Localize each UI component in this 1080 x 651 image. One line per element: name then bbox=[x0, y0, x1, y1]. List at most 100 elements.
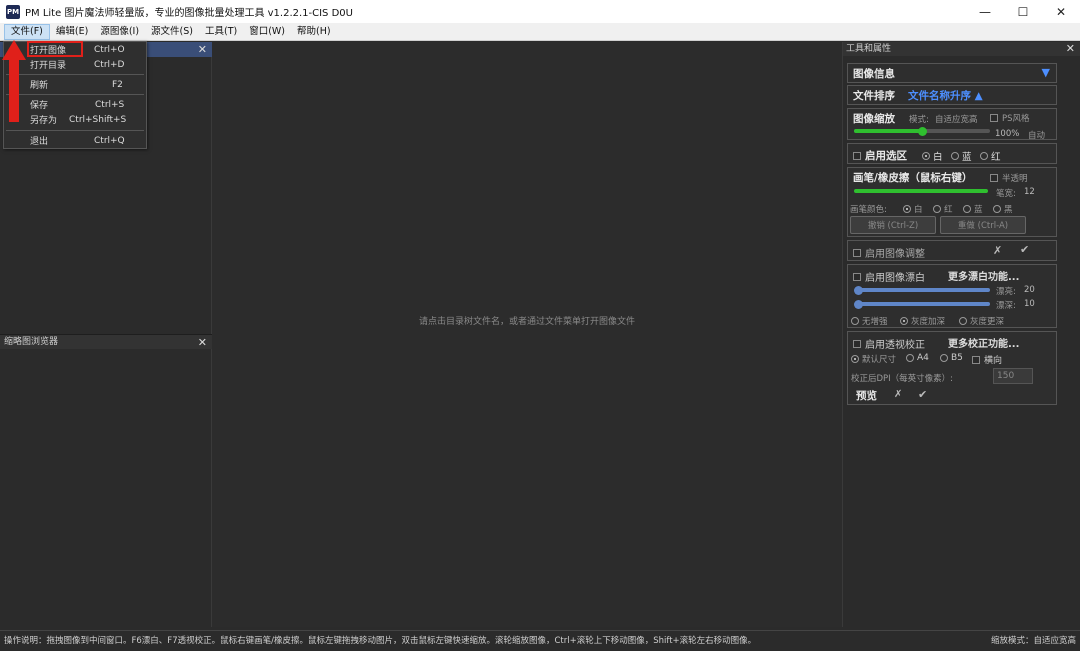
size-a4-label: A4 bbox=[917, 353, 929, 363]
brush-color-red[interactable]: 红 bbox=[933, 203, 953, 215]
close-icon[interactable]: ✕ bbox=[1066, 42, 1075, 56]
menu-help[interactable]: 帮助(H) bbox=[291, 24, 337, 40]
window-controls: — ☐ ✕ bbox=[966, 0, 1080, 23]
radio-dot bbox=[980, 152, 988, 160]
radio-dot bbox=[906, 354, 914, 362]
zoom-slider[interactable] bbox=[854, 126, 990, 136]
bleach-option-gray-deeper[interactable]: 灰度更深 bbox=[959, 315, 1004, 327]
selection-blue-label: 蓝 bbox=[962, 152, 972, 163]
bleach-option-gray-deepen[interactable]: 灰度加深 bbox=[900, 315, 945, 327]
checkbox-box bbox=[853, 272, 861, 281]
brush-blue-label: 蓝 bbox=[974, 205, 983, 215]
bleach-light-knob[interactable] bbox=[854, 285, 863, 295]
highlight-box bbox=[27, 41, 83, 57]
close-button[interactable]: ✕ bbox=[1042, 0, 1080, 23]
size-b5[interactable]: B5 bbox=[940, 353, 963, 363]
thumbnail-panel-title: 缩略图浏览器 bbox=[4, 337, 59, 347]
confirm-icon[interactable]: ✔ bbox=[918, 388, 927, 401]
image-info-section[interactable]: 图像信息 ▼ bbox=[847, 63, 1057, 83]
zoom-slider-knob[interactable] bbox=[918, 126, 927, 136]
menu-tools[interactable]: 工具(T) bbox=[199, 24, 243, 40]
redo-button[interactable]: 重做 (Ctrl-A) bbox=[940, 216, 1026, 234]
menu-separator bbox=[6, 130, 144, 131]
checkbox-box bbox=[853, 248, 861, 257]
landscape-checkbox[interactable]: 横向 bbox=[972, 353, 1002, 366]
perspective-section: 启用透视校正 更多校正功能... 默认尺寸 A4 B5 横向 校正后DPI（每英… bbox=[847, 331, 1057, 405]
brush-black-label: 黑 bbox=[1004, 205, 1013, 215]
red-arrow-icon bbox=[2, 40, 26, 122]
bleach-deep-knob[interactable] bbox=[854, 299, 863, 309]
close-icon[interactable]: ✕ bbox=[198, 42, 207, 57]
size-a4[interactable]: A4 bbox=[906, 353, 929, 363]
open-image-shortcut: Ctrl+O bbox=[94, 44, 125, 55]
selection-color-blue[interactable]: 蓝 bbox=[951, 149, 972, 163]
ps-style-checkbox[interactable]: PS风格 bbox=[990, 112, 1030, 124]
menu-source-image[interactable]: 源图像(I) bbox=[94, 24, 145, 40]
zoom-mode-label: 模式: bbox=[909, 115, 929, 125]
radio-dot bbox=[951, 152, 959, 160]
bleach-gray-deepen-label: 灰度加深 bbox=[911, 317, 946, 327]
brush-section: 画笔/橡皮擦（鼠标右键） 半透明 笔宽: 12 画笔颜色: 白 红 蓝 黑 撤销… bbox=[847, 167, 1057, 237]
enable-selection-label: 启用选区 bbox=[865, 150, 907, 162]
cancel-icon[interactable]: ✗ bbox=[993, 244, 1002, 257]
selection-color-red[interactable]: 红 bbox=[980, 149, 1001, 163]
selection-color-white[interactable]: 白 bbox=[922, 149, 943, 163]
menu-window[interactable]: 窗口(W) bbox=[243, 24, 291, 40]
bleach-light-slider[interactable] bbox=[854, 285, 990, 295]
more-perspective-link[interactable]: 更多校正功能... bbox=[948, 335, 1019, 350]
bleach-light-label: 漂亮: bbox=[996, 287, 1016, 297]
enable-bleach-checkbox[interactable]: 启用图像漂白 bbox=[853, 269, 925, 284]
brush-color-black[interactable]: 黑 bbox=[993, 203, 1013, 215]
brush-width-slider[interactable] bbox=[854, 189, 988, 193]
close-icon[interactable]: ✕ bbox=[198, 335, 207, 350]
image-canvas[interactable]: 请点击目录树文件名，或者通过文件菜单打开图像文件 bbox=[212, 42, 842, 627]
checkbox-box bbox=[972, 355, 980, 364]
enable-adjust-label: 启用图像调整 bbox=[865, 249, 925, 260]
sort-value[interactable]: 文件名称升序 ▲ bbox=[908, 88, 983, 103]
refresh-shortcut: F2 bbox=[112, 79, 123, 90]
semi-transparent-checkbox[interactable]: 半透明 bbox=[990, 172, 1028, 184]
radio-dot bbox=[959, 317, 967, 325]
enable-perspective-checkbox[interactable]: 启用透视校正 bbox=[853, 336, 925, 351]
sort-section: 文件排序 文件名称升序 ▲ bbox=[847, 85, 1057, 105]
enable-adjust-checkbox[interactable]: 启用图像调整 bbox=[853, 245, 925, 260]
menu-edit[interactable]: 编辑(E) bbox=[50, 24, 94, 40]
image-info-label: 图像信息 bbox=[853, 68, 895, 80]
more-bleach-link[interactable]: 更多漂白功能... bbox=[948, 268, 1019, 283]
brush-width-value: 12 bbox=[1024, 187, 1035, 197]
bleach-deep-label: 漂深: bbox=[996, 301, 1016, 311]
zoom-label: 图像缩放 bbox=[853, 113, 895, 125]
menu-source-file[interactable]: 源文件(S) bbox=[145, 24, 199, 40]
ps-style-label: PS风格 bbox=[1002, 114, 1030, 124]
zoom-auto[interactable]: 自动 bbox=[1028, 129, 1045, 141]
checkbox-box bbox=[853, 339, 861, 348]
maximize-button[interactable]: ☐ bbox=[1004, 0, 1042, 23]
cancel-icon[interactable]: ✗ bbox=[894, 389, 902, 400]
zoom-mode-value[interactable]: 自适应宽高 bbox=[935, 113, 978, 125]
bleach-deep-value: 10 bbox=[1024, 299, 1035, 309]
status-bar: 操作说明：拖拽图像到中间窗口。F6漂白、F7透视校正。鼠标右键画笔/橡皮擦。鼠标… bbox=[0, 630, 1080, 651]
zoom-slider-fill bbox=[854, 129, 922, 133]
status-zoom-mode: 缩放模式：自适应宽高 bbox=[990, 636, 1076, 646]
brush-red-label: 红 bbox=[944, 205, 953, 215]
dpi-input[interactable] bbox=[993, 368, 1033, 384]
enable-selection-checkbox[interactable]: 启用选区 bbox=[853, 148, 907, 163]
canvas-hint: 请点击目录树文件名，或者通过文件菜单打开图像文件 bbox=[418, 317, 635, 327]
status-help-text: 操作说明：拖拽图像到中间窗口。F6漂白、F7透视校正。鼠标右键画笔/橡皮擦。鼠标… bbox=[4, 636, 757, 646]
chevron-down-icon[interactable]: ▼ bbox=[1042, 66, 1050, 79]
minimize-button[interactable]: — bbox=[966, 0, 1004, 23]
menu-bar: 文件(F) 编辑(E) 源图像(I) 源文件(S) 工具(T) 窗口(W) 帮助… bbox=[0, 23, 1080, 41]
bleach-deep-slider[interactable] bbox=[854, 299, 990, 309]
bleach-option-none[interactable]: 无增强 bbox=[851, 315, 888, 327]
size-b5-label: B5 bbox=[951, 353, 963, 363]
brush-color-blue[interactable]: 蓝 bbox=[963, 203, 983, 215]
undo-button[interactable]: 撤销 (Ctrl-Z) bbox=[850, 216, 936, 234]
brush-color-white[interactable]: 白 bbox=[903, 203, 923, 215]
selection-white-label: 白 bbox=[933, 152, 943, 163]
size-default[interactable]: 默认尺寸 bbox=[851, 353, 896, 365]
menu-item-exit[interactable]: 退出 Ctrl+Q bbox=[4, 133, 146, 148]
preview-button[interactable]: 预览 bbox=[856, 388, 877, 403]
save-as-label: 另存为 bbox=[30, 116, 58, 126]
radio-dot bbox=[922, 152, 930, 160]
confirm-icon[interactable]: ✔ bbox=[1020, 243, 1029, 256]
